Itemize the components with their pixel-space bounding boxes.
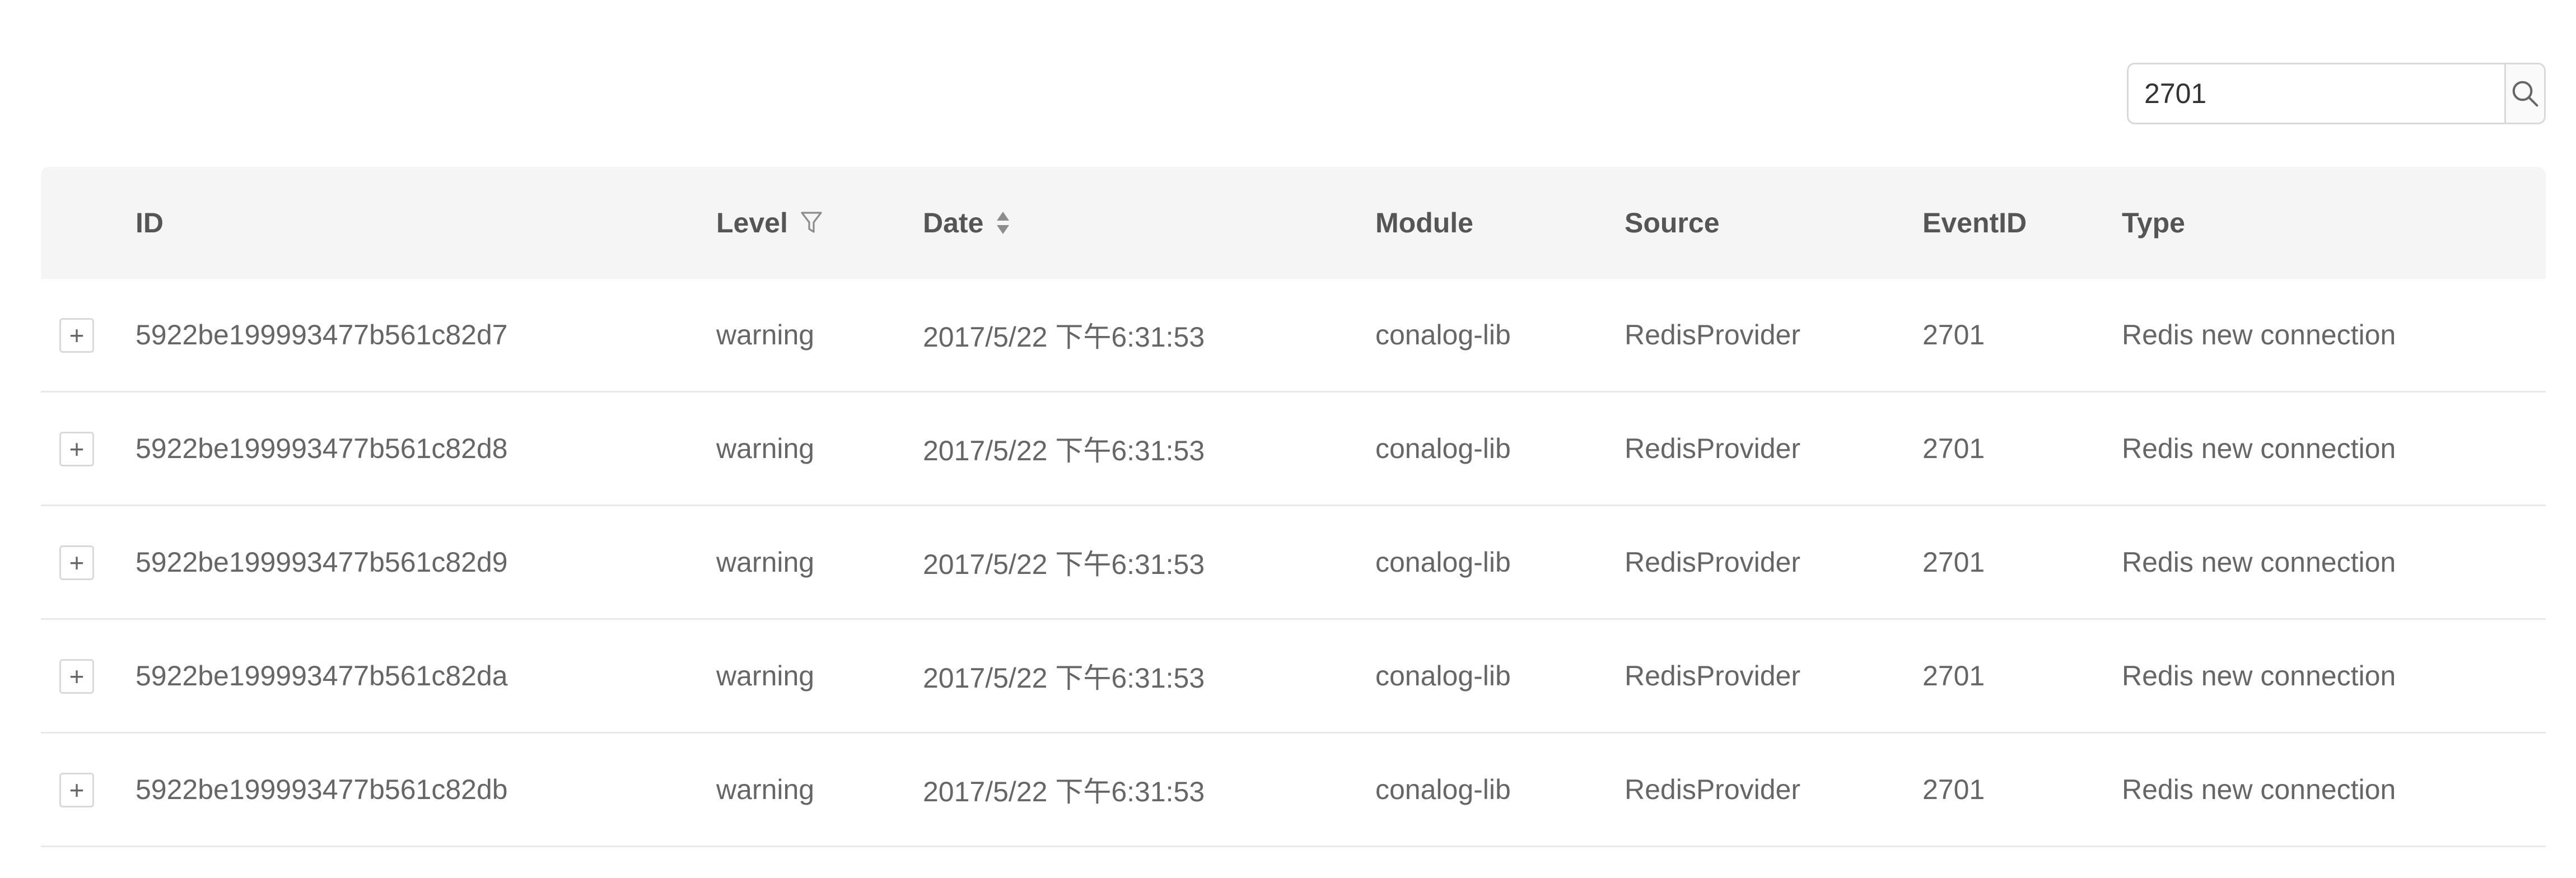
cell-module: conalog-lib <box>1375 660 1511 692</box>
search-input[interactable] <box>2129 64 2504 123</box>
cell-date: 2017/5/22 下午6:31:53 <box>923 662 1205 694</box>
cell-source: RedisProvider <box>1625 433 1801 464</box>
search-button[interactable] <box>2504 64 2544 123</box>
cell-source: RedisProvider <box>1625 660 1801 692</box>
column-header-source: Source <box>1625 167 1720 279</box>
column-header-type: Type <box>2122 167 2185 279</box>
plus-icon: + <box>69 321 85 350</box>
cell-id: 5922be199993477b561c82da <box>136 660 508 692</box>
cell-type: Redis new connection <box>2122 319 2396 351</box>
plus-icon: + <box>69 662 85 691</box>
cell-eventid: 2701 <box>1922 547 1985 578</box>
table-row: + 5922be199993477b561c82db warning 2017/… <box>41 734 2546 847</box>
column-header-level: Level <box>716 167 823 279</box>
column-header-label: EventID <box>1922 207 2027 239</box>
table-row: + 5922be199993477b561c82d8 warning 2017/… <box>41 393 2546 506</box>
cell-date: 2017/5/22 下午6:31:53 <box>923 321 1205 353</box>
cell-id: 5922be199993477b561c82d7 <box>136 319 508 351</box>
column-header-label: ID <box>136 207 164 239</box>
sort-icon[interactable] <box>996 209 1010 236</box>
cell-source: RedisProvider <box>1625 774 1801 805</box>
column-header-label: Date <box>923 207 984 239</box>
column-header-label: Source <box>1625 207 1720 239</box>
column-header-label: Type <box>2122 207 2185 239</box>
cell-level: warning <box>716 660 815 692</box>
table-row: + 5922be199993477b561c82d9 warning 2017/… <box>41 506 2546 620</box>
events-table: ID Level Date Module Source EventID Type <box>41 167 2546 847</box>
expand-row-button[interactable]: + <box>59 659 94 694</box>
cell-type: Redis new connection <box>2122 433 2396 464</box>
cell-module: conalog-lib <box>1375 319 1511 351</box>
cell-level: warning <box>716 319 815 351</box>
column-header-label: Level <box>716 207 788 239</box>
cell-type: Redis new connection <box>2122 547 2396 578</box>
expand-row-button[interactable]: + <box>59 432 94 466</box>
column-header-eventid: EventID <box>1922 167 2027 279</box>
column-header-module: Module <box>1375 167 1473 279</box>
table-header: ID Level Date Module Source EventID Type <box>41 167 2546 279</box>
search-icon <box>2512 81 2538 107</box>
plus-icon: + <box>69 435 85 464</box>
column-header-date[interactable]: Date <box>923 167 1010 279</box>
cell-type: Redis new connection <box>2122 660 2396 692</box>
cell-type: Redis new connection <box>2122 774 2396 805</box>
cell-source: RedisProvider <box>1625 547 1801 578</box>
expand-row-button[interactable]: + <box>59 773 94 807</box>
cell-level: warning <box>716 774 815 805</box>
cell-eventid: 2701 <box>1922 774 1985 805</box>
expand-row-button[interactable]: + <box>59 545 94 580</box>
cell-source: RedisProvider <box>1625 319 1801 351</box>
cell-eventid: 2701 <box>1922 660 1985 692</box>
cell-eventid: 2701 <box>1922 319 1985 351</box>
cell-level: warning <box>716 433 815 464</box>
table-row: + 5922be199993477b561c82d7 warning 2017/… <box>41 279 2546 393</box>
search-box <box>2127 63 2546 124</box>
cell-id: 5922be199993477b561c82db <box>136 774 508 805</box>
cell-level: warning <box>716 547 815 578</box>
cell-id: 5922be199993477b561c82d9 <box>136 547 508 578</box>
cell-id: 5922be199993477b561c82d8 <box>136 433 508 464</box>
plus-icon: + <box>69 548 85 577</box>
cell-date: 2017/5/22 下午6:31:53 <box>923 776 1205 807</box>
cell-module: conalog-lib <box>1375 433 1511 464</box>
column-header-label: Module <box>1375 207 1473 239</box>
expand-row-button[interactable]: + <box>59 318 94 353</box>
column-header-id: ID <box>136 167 164 279</box>
table-row: + 5922be199993477b561c82da warning 2017/… <box>41 620 2546 734</box>
cell-date: 2017/5/22 下午6:31:53 <box>923 549 1205 580</box>
cell-eventid: 2701 <box>1922 433 1985 464</box>
cell-module: conalog-lib <box>1375 774 1511 805</box>
plus-icon: + <box>69 776 85 805</box>
filter-icon[interactable] <box>800 211 823 235</box>
cell-date: 2017/5/22 下午6:31:53 <box>923 435 1205 466</box>
cell-module: conalog-lib <box>1375 547 1511 578</box>
